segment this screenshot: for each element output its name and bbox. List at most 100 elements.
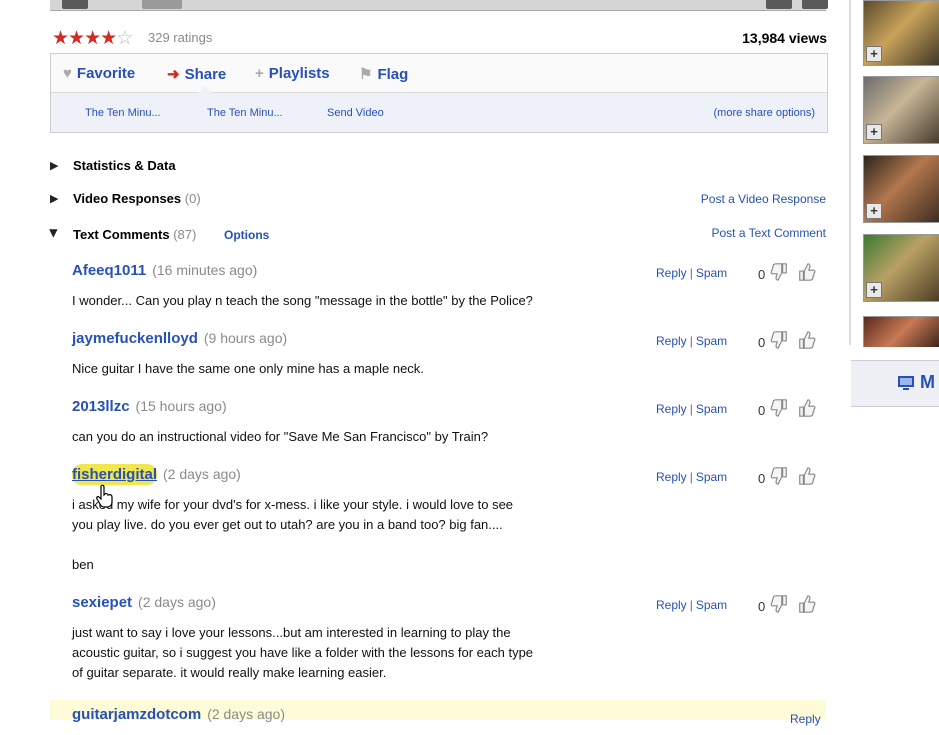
comment-body: can you do an instructional video for "S… [72,427,826,447]
share-link-2[interactable]: The Ten Minu... [207,107,283,119]
spam-link[interactable]: Spam [696,266,727,280]
comment-line: acoustic guitar, so i suggest you have l… [72,645,534,660]
share-pointer [198,86,212,93]
related-video-thumbnail[interactable]: + [863,0,939,66]
thumbs-up-icon[interactable] [797,398,817,418]
player-size-button[interactable] [766,0,792,9]
comment-actions: Reply | Spam [656,266,727,280]
add-to-queue-icon[interactable]: + [866,282,882,298]
reply-link[interactable]: Reply [790,712,821,726]
comment-username[interactable]: fisherdigital [72,464,158,485]
separator: | [689,402,693,416]
comment-line: I wonder... Can you play n teach the son… [72,293,533,308]
thumbs-up-icon[interactable] [797,594,817,614]
comment-actions: Reply | Spam [656,334,727,348]
spam-link[interactable]: Spam [696,470,727,484]
player-controls [50,0,828,11]
related-video-thumbnail[interactable]: + [863,234,939,302]
add-to-queue-icon[interactable]: + [866,46,882,62]
expand-triangle-icon: ▶ [50,160,59,172]
reply-link[interactable]: Reply [656,402,687,416]
responses-title: Video Responses (0) [73,191,201,206]
play-button[interactable] [62,0,88,9]
related-video-thumbnail[interactable] [863,316,939,347]
comment-line: ben [72,557,94,572]
comment-username[interactable]: guitarjamzdotcom [72,706,201,723]
plus-icon: + [255,65,264,82]
comment-item: guitarjamzdotcom (2 days ago) Reply [72,706,826,735]
comment-timestamp: (2 days ago) [163,466,241,482]
comment-line [72,535,826,555]
comments-label: Text Comments [73,227,170,242]
reply-link[interactable]: Reply [656,334,687,348]
comment-line: i asked my wife for your dvd's for x-mes… [72,497,514,512]
comment-username[interactable]: jaymefuckenlloyd [72,330,198,347]
heart-icon: ♥ [63,65,72,82]
comment-line: Nice guitar I have the same one only min… [72,361,424,376]
comment-username[interactable]: 2013llzc [72,398,130,415]
spam-link[interactable]: Spam [696,334,727,348]
thumbs-down-icon[interactable] [769,262,789,282]
comments-count: (87) [173,227,197,242]
thumbs-up-icon[interactable] [797,262,817,282]
share-button[interactable]: ➜ Share [167,65,226,83]
comment-score: 0 [758,599,766,614]
comment-body: I wonder... Can you play n teach the son… [72,291,826,311]
ratings-count: 329 ratings [148,30,213,45]
thumbs-down-icon[interactable] [769,466,789,486]
reply-link[interactable]: Reply [656,598,687,612]
playlists-button[interactable]: + Playlists [255,65,330,82]
monitor-icon [898,376,914,390]
thumbs-down-icon[interactable] [769,398,789,418]
action-tabs: ♥ Favorite ➜ Share + Playlists ⚑ Flag [51,54,827,93]
thumbs-down-icon[interactable] [769,330,789,350]
comments-section-header[interactable]: ▶ Text Comments (87) Options Post a Text… [48,226,827,244]
comment-timestamp: (15 hours ago) [135,398,227,414]
related-video-thumbnail[interactable]: + [863,76,939,144]
flag-button[interactable]: ⚑ Flag [359,65,408,83]
comment-timestamp: (9 hours ago) [203,330,288,346]
share-link-1[interactable]: The Ten Minu... [85,107,161,119]
star-icon[interactable]: ★ [68,28,85,49]
separator: | [689,470,693,484]
responses-count: (0) [184,191,201,206]
comments-options-link[interactable]: Options [224,228,269,242]
post-text-comment-link[interactable]: Post a Text Comment [712,226,827,240]
thumbs-up-icon[interactable] [797,330,817,350]
action-box: ♥ Favorite ➜ Share + Playlists ⚑ Flag The Te… [50,53,828,133]
spam-link[interactable]: Spam [696,598,727,612]
sidebar-more-label: M [920,372,935,392]
thumbs-down-icon[interactable] [769,594,789,614]
comment-score: 0 [758,471,766,486]
reply-link[interactable]: Reply [656,470,687,484]
stats-section-header[interactable]: ▶ Statistics & Data [50,157,826,175]
star-icon[interactable]: ★ [100,28,117,49]
sidebar-divider [849,0,851,345]
comment-username[interactable]: sexiepet [72,594,132,611]
arrow-right-icon: ➜ [167,66,180,83]
send-video-link[interactable]: Send Video [327,107,384,119]
comment-username[interactable]: Afeeq1011 [72,262,146,279]
post-video-response-link[interactable]: Post a Video Response [701,192,826,206]
favorite-button[interactable]: ♥ Favorite [63,65,135,82]
responses-section-header[interactable]: ▶ Video Responses (0) Post a Video Respo… [50,190,826,208]
add-to-queue-icon[interactable]: + [866,124,882,140]
more-share-options-link[interactable]: (more share options) [714,107,816,119]
star-empty-icon[interactable]: ☆ [116,28,133,49]
spam-link[interactable]: Spam [696,402,727,416]
seek-handle[interactable] [142,0,182,9]
comment-timestamp: (16 minutes ago) [152,262,258,278]
comment-actions: Reply | Spam [656,470,727,484]
star-icon[interactable]: ★ [84,28,101,49]
star-icon[interactable]: ★ [52,28,69,49]
sidebar-more-button[interactable]: M [851,360,939,407]
fullscreen-button[interactable] [802,0,828,9]
view-count: 13,984 views [742,30,827,46]
rating-stars[interactable]: ★★★★☆ [52,27,133,50]
share-panel: The Ten Minu... The Ten Minu... Send Vid… [51,93,827,132]
related-video-thumbnail[interactable]: + [863,155,939,223]
add-to-queue-icon[interactable]: + [866,203,882,219]
comment-line: you play live. do you ever get out to ut… [72,517,503,532]
reply-link[interactable]: Reply [656,266,687,280]
thumbs-up-icon[interactable] [797,466,817,486]
